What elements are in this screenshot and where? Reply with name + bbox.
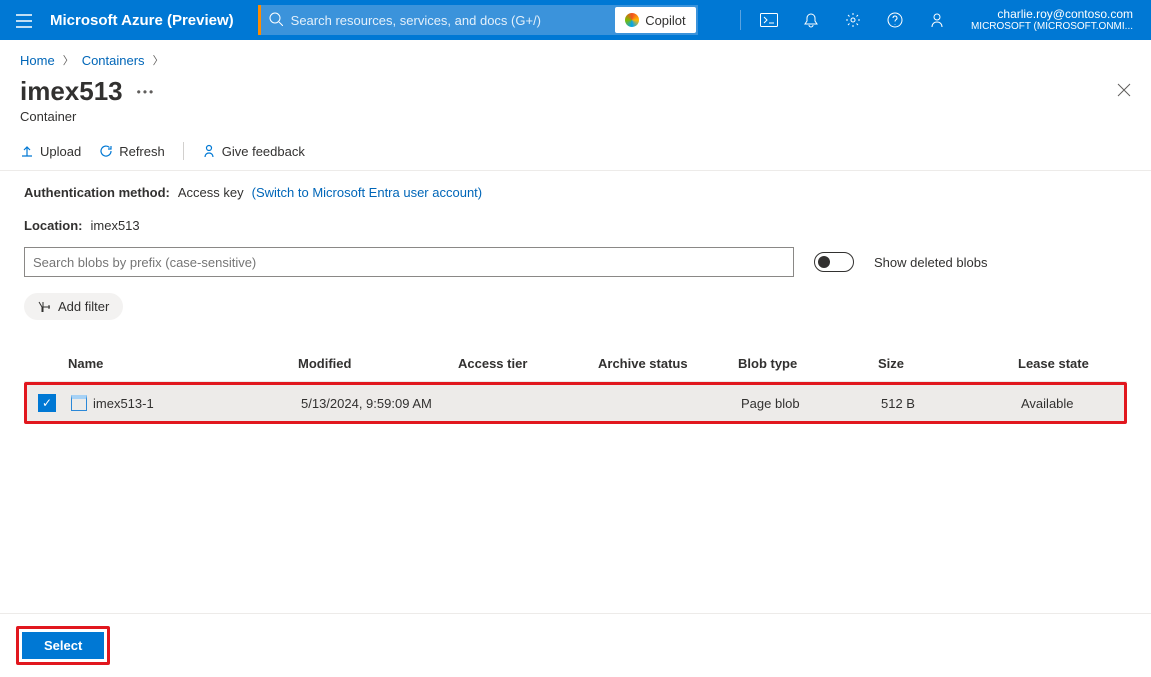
copilot-label: Copilot [645,13,685,28]
blob-table: Name Modified Access tier Archive status… [24,346,1127,424]
copilot-button[interactable]: Copilot [615,7,695,33]
chevron-right-icon: 〉 [63,52,74,68]
col-archive-status[interactable]: Archive status [594,356,734,371]
auth-method-value: Access key [178,185,244,200]
close-button[interactable] [1117,83,1131,100]
feedback-button[interactable]: Give feedback [202,144,305,159]
blob-search-input[interactable] [24,247,794,277]
more-menu[interactable]: ••• [137,85,156,99]
col-lease-state[interactable]: Lease state [1014,356,1127,371]
show-deleted-label: Show deleted blobs [874,255,987,270]
row-checkbox[interactable]: ✓ [38,394,56,412]
col-size[interactable]: Size [874,356,1014,371]
col-modified[interactable]: Modified [294,356,454,371]
refresh-button[interactable]: Refresh [99,144,165,159]
table-row[interactable]: ✓ imex513-1 5/13/2024, 9:59:09 AM Page b… [27,385,1124,421]
account-email: charlie.roy@contoso.com [971,8,1133,21]
switch-auth-link[interactable]: (Switch to Microsoft Entra user account) [252,185,482,200]
global-search[interactable]: Copilot [258,5,698,35]
breadcrumb-home[interactable]: Home [20,53,55,68]
page-subtitle: Container [0,107,1151,134]
add-filter-label: Add filter [58,299,109,314]
cell-name: imex513-1 [67,395,297,411]
cell-modified: 5/13/2024, 9:59:09 AM [297,396,457,411]
add-filter-button[interactable]: Add filter [24,293,123,320]
breadcrumb: Home 〉 Containers 〉 [0,40,1151,68]
search-icon [261,12,291,29]
table-header: Name Modified Access tier Archive status… [24,346,1127,382]
page-title: imex513 [20,76,123,107]
settings-icon[interactable] [835,0,871,40]
select-button[interactable]: Select [22,632,104,659]
location-value: imex513 [91,218,140,233]
highlighted-row-frame: ✓ imex513-1 5/13/2024, 9:59:09 AM Page b… [24,382,1127,424]
show-deleted-toggle[interactable] [814,252,854,272]
cell-size: 512 B [877,396,1017,411]
toolbar: Upload Refresh Give feedback [0,134,1151,171]
top-header: Microsoft Azure (Preview) Copilot charli… [0,0,1151,40]
upload-label: Upload [40,144,81,159]
copilot-icon [625,13,639,27]
auth-method-row: Authentication method: Access key (Switc… [0,171,1151,204]
chevron-right-icon: 〉 [153,52,164,68]
location-row: Location: imex513 [0,204,1151,237]
col-blob-type[interactable]: Blob type [734,356,874,371]
hamburger-icon[interactable] [8,12,40,28]
breadcrumb-containers[interactable]: Containers [82,53,145,68]
refresh-label: Refresh [119,144,165,159]
help-icon[interactable] [877,0,913,40]
col-access-tier[interactable]: Access tier [454,356,594,371]
cell-lease-state: Available [1017,396,1124,411]
footer-bar: Select [0,613,1151,677]
notifications-icon[interactable] [793,0,829,40]
account-org: MICROSOFT (MICROSOFT.ONMI... [971,21,1133,32]
feedback-icon[interactable] [919,0,955,40]
location-label: Location: [24,218,83,233]
account-menu[interactable]: charlie.roy@contoso.com MICROSOFT (MICRO… [961,8,1143,32]
search-input[interactable] [291,5,614,35]
upload-button[interactable]: Upload [20,144,81,159]
cloud-shell-icon[interactable] [751,0,787,40]
col-name[interactable]: Name [64,356,294,371]
file-icon [71,395,87,411]
auth-method-label: Authentication method: [24,185,170,200]
feedback-label: Give feedback [222,144,305,159]
brand-title[interactable]: Microsoft Azure (Preview) [46,12,244,29]
select-highlight-frame: Select [16,626,110,665]
cell-blob-type: Page blob [737,396,877,411]
